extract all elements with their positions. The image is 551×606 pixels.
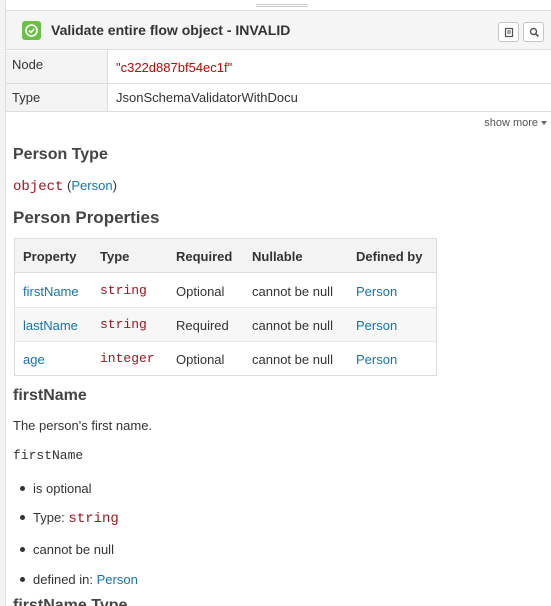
property-row-node: Node "c322d887bf54ec1f" [6, 51, 551, 84]
bullet-icon [20, 547, 25, 553]
type-cell: integer [100, 351, 155, 366]
properties-table: Property Type Required Nullable Defined … [14, 238, 437, 376]
property-link[interactable]: firstName [23, 284, 79, 299]
type-link[interactable]: Person [71, 178, 112, 193]
bullet-icon [20, 486, 25, 492]
required-cell: Required [176, 318, 229, 333]
defined-by-link[interactable]: Person [356, 352, 397, 367]
list-item: Type: string [20, 510, 119, 527]
table-row: age integer Optional cannot be null Pers… [15, 342, 436, 376]
table-header: Property Type Required Nullable Defined … [15, 239, 436, 273]
bullet-label: Type: [33, 510, 69, 525]
bullet-icon [20, 515, 25, 521]
defined-by-link[interactable]: Person [356, 318, 397, 333]
nullable-cell: cannot be null [252, 318, 333, 333]
book-button[interactable] [498, 22, 519, 42]
show-more-label: show more [484, 117, 538, 129]
sidebar-panel: Validate entire flow object - INVALID No… [5, 0, 551, 606]
bullet-label: defined in: [33, 572, 97, 587]
field-heading: firstName [13, 387, 87, 404]
property-key: Node [6, 51, 108, 83]
bullet-text: cannot be null [33, 542, 114, 557]
field-description: The person's first name. [13, 418, 153, 433]
required-cell: Optional [176, 352, 225, 367]
show-more-toggle[interactable]: show more [484, 117, 547, 129]
defined-by-link[interactable]: Person [356, 284, 397, 299]
type-code: object [13, 179, 64, 195]
next-section-heading: firstName Type [13, 597, 128, 606]
list-item: defined in: Person [20, 572, 138, 587]
node-title: Validate entire flow object - INVALID [51, 22, 291, 38]
resize-grip[interactable] [256, 4, 308, 7]
type-cell: string [100, 283, 147, 298]
type-line: object (Person) [13, 178, 117, 195]
type-cell: string [100, 317, 147, 332]
type-heading: Person Type [13, 146, 108, 163]
column-header: Nullable [252, 249, 303, 264]
column-header: Type [100, 249, 130, 264]
table-row: firstName string Optional cannot be null… [15, 274, 436, 308]
paren-close: ) [112, 178, 117, 193]
properties-heading: Person Properties [13, 208, 160, 227]
table-row: lastName string Required cannot be null … [15, 308, 436, 342]
property-value-node-id[interactable]: "c322d887bf54ec1f" [116, 60, 232, 75]
panel-header: Validate entire flow object - INVALID [6, 10, 551, 50]
search-button[interactable] [523, 22, 544, 42]
book-icon [504, 27, 514, 38]
bullet-icon [20, 577, 25, 583]
bullet-type-code: string [68, 511, 119, 527]
column-header: Defined by [356, 249, 423, 264]
valid-check-icon [22, 21, 41, 40]
property-key: Type [6, 84, 108, 111]
property-row-type: Type JsonSchemaValidatorWithDocu [6, 84, 551, 112]
caret-down-icon [541, 121, 547, 126]
column-header: Property [23, 249, 77, 264]
nullable-cell: cannot be null [252, 284, 333, 299]
required-cell: Optional [176, 284, 225, 299]
property-value-type: JsonSchemaValidatorWithDocu [116, 90, 298, 105]
field-code: firstName [13, 448, 84, 463]
search-icon [529, 27, 540, 38]
nullable-cell: cannot be null [252, 352, 333, 367]
column-header: Required [176, 249, 233, 264]
bullet-text: is optional [33, 481, 92, 496]
list-item: is optional [20, 481, 92, 496]
list-item: cannot be null [20, 542, 114, 557]
defined-in-link[interactable]: Person [97, 572, 138, 587]
property-link[interactable]: age [23, 352, 45, 367]
property-link[interactable]: lastName [23, 318, 78, 333]
